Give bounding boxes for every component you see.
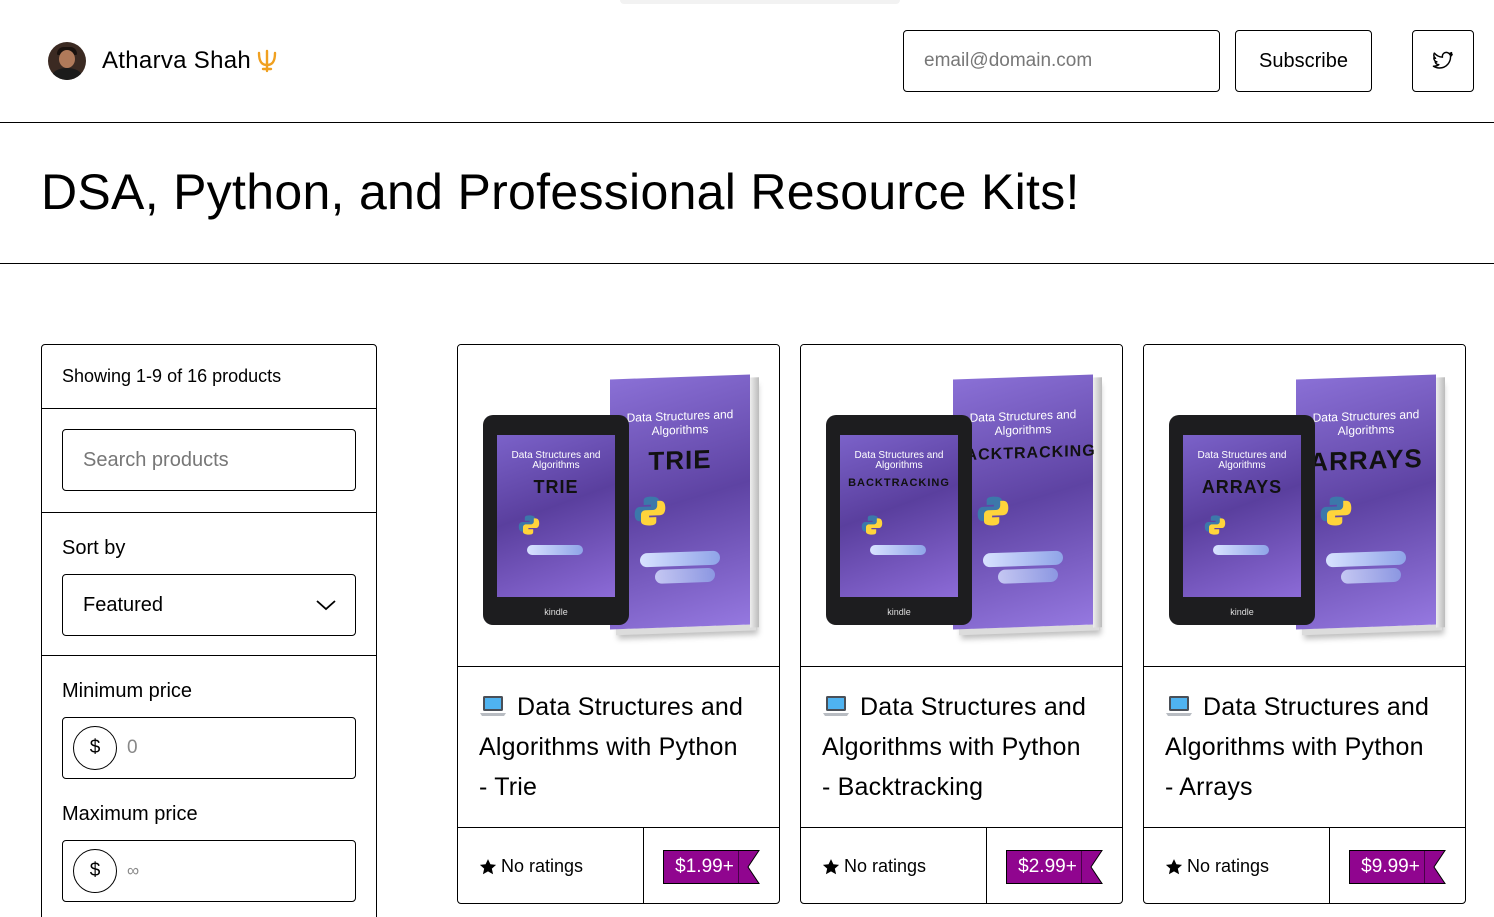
product-card[interactable]: Data Structures and Algorithms BACKTRACK… xyxy=(800,344,1123,904)
price-tag[interactable]: $9.99+ xyxy=(1349,849,1446,884)
sort-section: Sort by Featured xyxy=(42,513,376,656)
price-value: $2.99+ xyxy=(1006,849,1081,884)
max-price-field[interactable]: $ ∞ xyxy=(62,840,356,902)
book-cover: Data Structures and Algorithms ARRAYS xyxy=(1296,374,1445,630)
price-value: $1.99+ xyxy=(663,849,738,884)
trident-icon xyxy=(257,49,277,73)
product-card[interactable]: Data Structures and Algorithms TRIE Data… xyxy=(457,344,780,904)
product-count: Showing 1-9 of 16 products xyxy=(42,345,376,409)
product-cover-image[interactable]: Data Structures and Algorithms ARRAYS Da… xyxy=(1144,345,1465,667)
chevron-down-icon xyxy=(316,600,336,611)
title-band: DSA, Python, and Professional Resource K… xyxy=(0,123,1494,264)
site-header: Atharva Shah Subscribe xyxy=(0,0,1494,123)
price-value: $9.99+ xyxy=(1349,849,1424,884)
product-footer: No ratings $1.99+ xyxy=(458,828,779,903)
rating-text: No ratings xyxy=(1187,856,1270,876)
twitter-button[interactable] xyxy=(1412,30,1474,92)
ereader-device: Data Structures and Algorithms TRIE kind… xyxy=(483,415,629,625)
max-price-placeholder: ∞ xyxy=(127,861,140,880)
search-section xyxy=(42,409,376,513)
currency-badge: $ xyxy=(73,726,117,770)
star-icon xyxy=(1165,858,1183,874)
brand[interactable]: Atharva Shah xyxy=(48,42,281,80)
price-section: Minimum price $ 0 Maximum price $ ∞ xyxy=(42,656,376,917)
price-cell: $9.99+ xyxy=(1330,828,1465,903)
page-title: DSA, Python, and Professional Resource K… xyxy=(41,164,1080,220)
star-icon xyxy=(822,858,840,874)
rating-text: No ratings xyxy=(844,856,927,876)
product-title[interactable]: Data Structures and Algorithms with Pyth… xyxy=(458,667,779,828)
star-icon xyxy=(479,858,497,874)
product-title[interactable]: Data Structures and Algorithms with Pyth… xyxy=(801,667,1122,828)
twitter-icon xyxy=(1432,51,1453,69)
laptop-icon xyxy=(1166,696,1192,716)
min-price-field[interactable]: $ 0 xyxy=(62,717,356,779)
sort-value: Featured xyxy=(83,593,164,616)
currency-badge: $ xyxy=(73,849,117,893)
product-rating: No ratings xyxy=(801,828,987,903)
min-price-label: Minimum price xyxy=(62,680,193,702)
price-cell: $1.99+ xyxy=(644,828,779,903)
ereader-device: Data Structures and Algorithms ARRAYS ki… xyxy=(1169,415,1315,625)
sort-select[interactable]: Featured xyxy=(62,574,356,636)
sort-label: Sort by xyxy=(62,537,126,559)
avatar xyxy=(48,42,86,80)
subscribe-button[interactable]: Subscribe xyxy=(1235,30,1372,92)
laptop-icon xyxy=(823,696,849,716)
filter-sidebar: Showing 1-9 of 16 products Sort by Featu… xyxy=(41,344,377,917)
price-tag[interactable]: $2.99+ xyxy=(1006,849,1103,884)
price-cell: $2.99+ xyxy=(987,828,1122,903)
product-card[interactable]: Data Structures and Algorithms ARRAYS Da… xyxy=(1143,344,1466,904)
product-footer: No ratings $2.99+ xyxy=(801,828,1122,903)
price-tag[interactable]: $1.99+ xyxy=(663,849,760,884)
email-field[interactable] xyxy=(903,30,1220,92)
author-name: Atharva Shah xyxy=(102,47,252,74)
rating-text: No ratings xyxy=(501,856,584,876)
product-footer: No ratings $9.99+ xyxy=(1144,828,1465,903)
min-price-placeholder: 0 xyxy=(127,737,138,758)
product-cover-image[interactable]: Data Structures and Algorithms TRIE Data… xyxy=(458,345,779,667)
product-rating: No ratings xyxy=(458,828,644,903)
laptop-icon xyxy=(480,696,506,716)
book-cover: Data Structures and Algorithms BACKTRACK… xyxy=(953,374,1102,630)
product-rating: No ratings xyxy=(1144,828,1330,903)
top-shadow xyxy=(620,0,900,4)
ereader-device: Data Structures and Algorithms BACKTRACK… xyxy=(826,415,972,625)
book-cover: Data Structures and Algorithms TRIE xyxy=(610,374,759,630)
product-title[interactable]: Data Structures and Algorithms with Pyth… xyxy=(1144,667,1465,828)
max-price-label: Maximum price xyxy=(62,803,198,825)
product-cover-image[interactable]: Data Structures and Algorithms BACKTRACK… xyxy=(801,345,1122,667)
search-input[interactable] xyxy=(62,429,356,491)
